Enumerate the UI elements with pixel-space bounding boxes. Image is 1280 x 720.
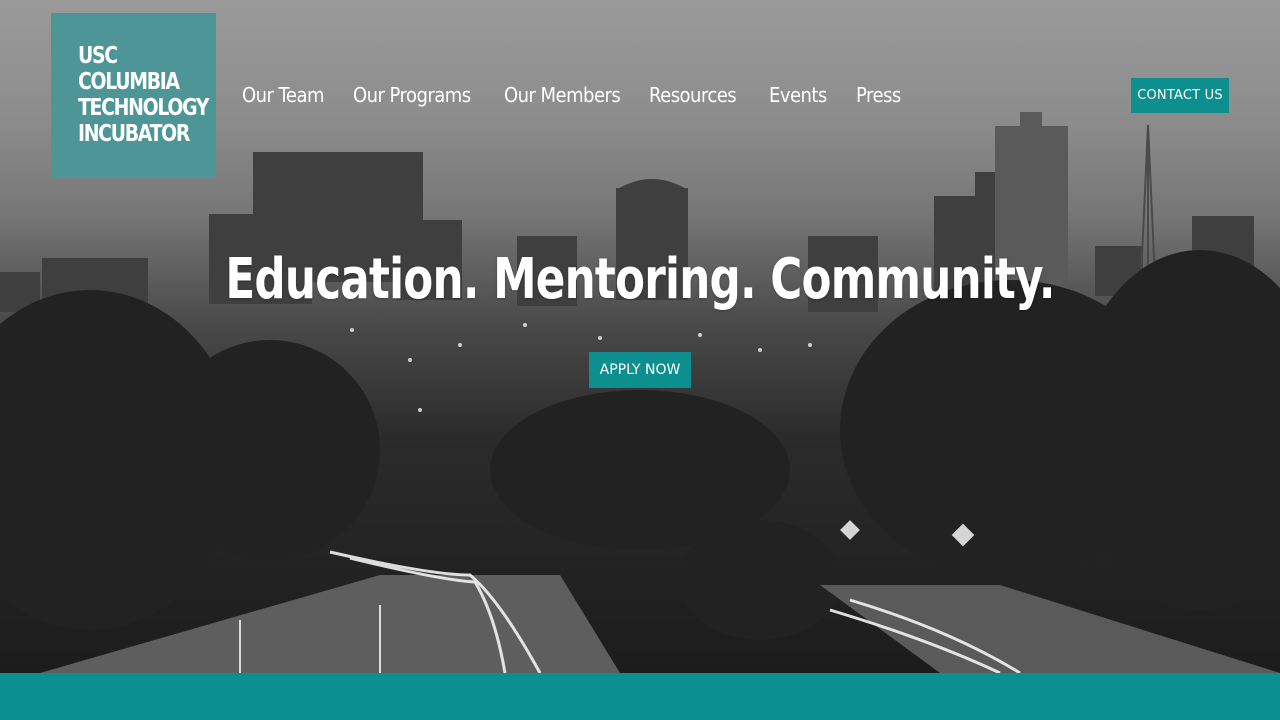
nav-item-our-team[interactable]: Our Team bbox=[242, 82, 324, 108]
footer-band bbox=[0, 673, 1280, 720]
apply-now-button[interactable]: APPLY NOW bbox=[589, 352, 691, 388]
incubator-logo[interactable]: USC COLUMBIA TECHNOLOGY INCUBATOR bbox=[51, 13, 216, 178]
nav-item-our-programs[interactable]: Our Programs bbox=[353, 82, 471, 108]
logo-line-usc: USC bbox=[78, 43, 118, 69]
logo-line-technology: TECHNOLOGY bbox=[78, 95, 209, 121]
logo-line-columbia: COLUMBIA bbox=[78, 69, 180, 95]
nav-item-resources[interactable]: Resources bbox=[649, 82, 737, 108]
nav-item-events[interactable]: Events bbox=[769, 82, 827, 108]
nav-item-our-members[interactable]: Our Members bbox=[504, 82, 621, 108]
nav-item-press[interactable]: Press bbox=[856, 82, 901, 108]
hero-headline: Education. Mentoring. Community. bbox=[225, 247, 1055, 312]
logo-line-incubator: INCUBATOR bbox=[78, 121, 190, 147]
contact-us-button[interactable]: CONTACT US bbox=[1131, 78, 1229, 113]
